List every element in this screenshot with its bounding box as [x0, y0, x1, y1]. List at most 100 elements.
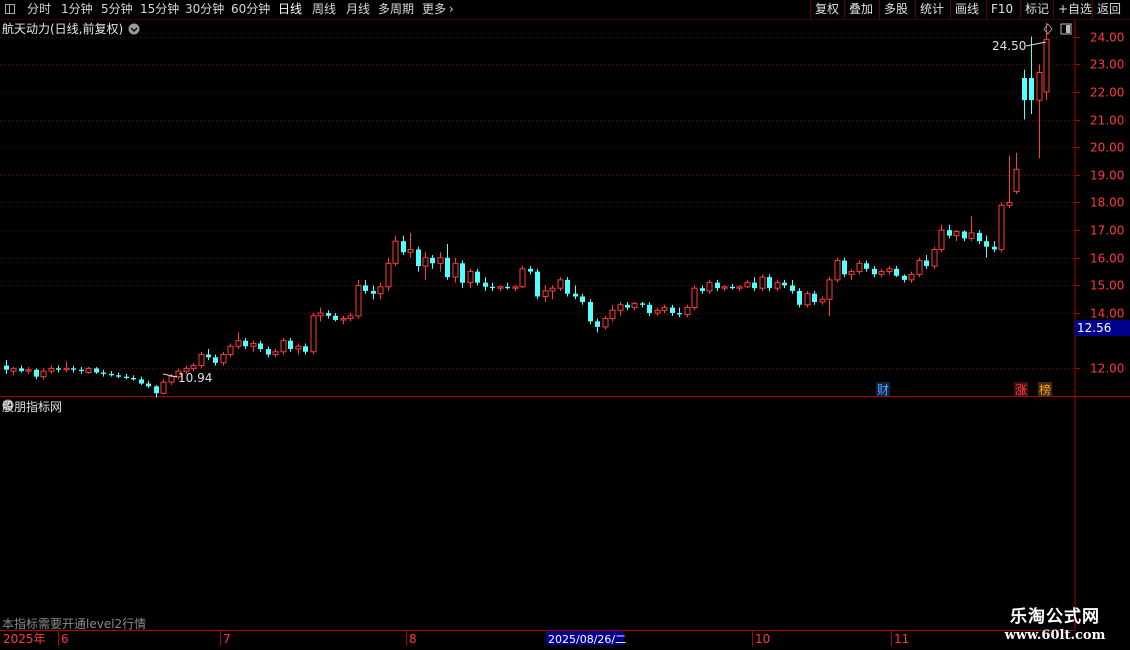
candle-down — [206, 354, 211, 358]
candle-down — [700, 288, 705, 291]
candle-up — [25, 369, 32, 372]
candle-up — [856, 262, 863, 273]
candle-up — [1006, 201, 1013, 206]
back-button[interactable]: 返回 — [1092, 0, 1125, 19]
candle-up — [85, 367, 92, 373]
watermark-url: www.60lt.com — [1004, 628, 1106, 643]
time-axis: 2025年 6 7 8 2025/08/26/二 10 11 — [3, 631, 909, 646]
candle-down — [962, 231, 967, 239]
price-axis-label: 21.00 — [1090, 114, 1124, 128]
candle-down — [139, 379, 144, 384]
candle-up — [998, 204, 1005, 250]
candle-down — [595, 321, 600, 327]
candle-up — [227, 345, 234, 356]
candle-down — [715, 282, 720, 289]
overlay-button[interactable]: 叠加 — [844, 0, 877, 19]
candle-up — [804, 293, 811, 306]
candle-down — [416, 249, 421, 267]
add-watchlist-button[interactable]: +自选 — [1053, 0, 1096, 19]
candle-down — [363, 285, 368, 291]
candle-down — [752, 282, 757, 289]
candle-up — [512, 286, 519, 289]
indicator-title[interactable]: 股朋指标网 — [2, 398, 62, 415]
candle-up — [886, 268, 893, 273]
candle-down — [782, 282, 787, 286]
period-tab-60min[interactable]: 60分钟 — [231, 2, 270, 17]
candle-down — [670, 307, 675, 314]
candle-up — [310, 315, 317, 353]
event-badge-finance[interactable]: 财 — [876, 382, 890, 397]
current-price-label: 12.56 — [1077, 321, 1111, 335]
time-label-jun: 6 — [61, 632, 69, 646]
candle-down — [266, 349, 271, 355]
high-arrow-icon — [1025, 41, 1047, 47]
candle-down — [483, 282, 488, 287]
candle-down — [1022, 78, 1027, 101]
candle-down — [146, 383, 151, 387]
candlestick-chart[interactable]: 24.00 23.00 22.00 21.00 20.00 19.00 18.00 17.00… — [0, 20, 1130, 650]
period-tab-5min[interactable]: 5分钟 — [101, 2, 133, 17]
period-tab-intraday[interactable]: 分时 — [27, 2, 51, 17]
candle-up — [848, 271, 855, 275]
candle-down — [864, 263, 869, 269]
event-badge-list[interactable]: 榜 — [1038, 382, 1052, 397]
candle-up — [631, 302, 638, 309]
period-tab-monthly[interactable]: 月线 — [346, 2, 370, 17]
candle-down — [94, 368, 99, 373]
candle-up — [908, 273, 915, 281]
candle-up — [40, 370, 47, 378]
candle-up — [190, 365, 197, 369]
candle-down — [565, 279, 570, 294]
stats-button[interactable]: 统计 — [915, 0, 948, 19]
layout-grid-icon[interactable] — [5, 4, 15, 14]
period-tab-weekly[interactable]: 周线 — [312, 2, 336, 17]
low-price-label: 10.94 — [178, 371, 212, 385]
candle-down — [475, 271, 480, 283]
candle-up — [819, 298, 826, 303]
candle-up — [497, 286, 504, 289]
candle-down — [371, 290, 376, 294]
candle-down — [924, 260, 929, 267]
candle-up — [295, 345, 302, 350]
candle-up — [736, 286, 743, 289]
period-tab-more[interactable]: 更多 — [422, 2, 446, 17]
period-tab-30min[interactable]: 30分钟 — [185, 2, 224, 17]
candle-up — [422, 257, 429, 267]
candle-down — [116, 375, 121, 377]
period-tab-1min[interactable]: 1分钟 — [61, 2, 93, 17]
candle-up — [250, 342, 257, 347]
time-label-aug: 8 — [409, 632, 417, 646]
event-badge-rise[interactable]: 涨 — [1014, 382, 1028, 397]
candle-up — [684, 307, 691, 315]
candle-up — [220, 354, 227, 364]
diamond-icon[interactable] — [1043, 23, 1053, 35]
panel-toggle-icon[interactable] — [1060, 23, 1072, 35]
multi-stock-button[interactable]: 多股 — [879, 0, 912, 19]
chevron-down-icon[interactable] — [128, 23, 140, 35]
candle-down — [258, 343, 263, 349]
badge-rise-text: 涨 — [1015, 382, 1027, 397]
more-arrow-icon[interactable]: › — [449, 2, 454, 17]
candle-up — [691, 287, 698, 309]
f10-button[interactable]: F10 — [986, 0, 1017, 19]
candle-up — [617, 304, 624, 311]
candle-down — [528, 268, 533, 272]
price-axis-label: 24.00 — [1090, 31, 1124, 45]
mark-button[interactable]: 标记 — [1020, 0, 1053, 19]
candle-down — [326, 313, 331, 316]
candle-down — [19, 368, 24, 372]
candle-down — [288, 340, 293, 349]
candle-up — [602, 318, 609, 328]
price-axis-label: 17.00 — [1090, 224, 1124, 238]
period-tab-daily[interactable]: 日线 — [278, 2, 302, 17]
draw-line-button[interactable]: 画线 — [950, 0, 983, 19]
candle-up — [654, 309, 661, 314]
badge-finance-text: 财 — [877, 383, 889, 397]
adjust-button[interactable]: 复权 — [810, 0, 843, 19]
candle-up — [377, 286, 384, 295]
period-tab-multi[interactable]: 多周期 — [378, 2, 414, 17]
candle-down — [894, 268, 899, 276]
period-tab-15min[interactable]: 15分钟 — [140, 2, 179, 17]
candle-down — [730, 286, 735, 289]
price-axis-label: 16.00 — [1090, 252, 1124, 266]
